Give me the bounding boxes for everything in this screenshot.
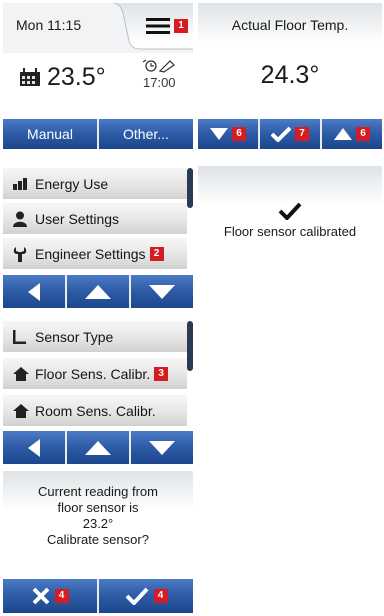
cancel-button[interactable]: 4 <box>3 579 97 613</box>
confirm-line-1: Current reading from <box>38 484 158 499</box>
cancel-badge: 4 <box>54 589 69 603</box>
menu-item-label: Sensor Type <box>35 328 114 345</box>
manual-button-label: Manual <box>27 126 73 142</box>
house-icon <box>13 403 35 418</box>
floor-temp-title: Actual Floor Temp. <box>231 17 349 33</box>
confirm-line-2: floor sensor is <box>57 500 139 515</box>
schedule-time: 17:00 <box>143 75 176 90</box>
scroll-down-button[interactable] <box>131 275 193 308</box>
confirm-button-bar: 4 4 <box>3 579 193 613</box>
triangle-left-icon <box>28 282 40 301</box>
floor-temp-screen: Actual Floor Temp. 24.3° 6 7 6 <box>198 3 382 149</box>
close-icon <box>32 587 50 605</box>
menu-item-label: Room Sens. Calibr. <box>35 402 156 419</box>
hamburger-icon <box>146 18 170 34</box>
triangle-up-icon <box>85 440 111 455</box>
calibrated-message: Floor sensor calibrated <box>223 224 357 239</box>
checkmark-icon <box>278 202 302 220</box>
other-button-label: Other... <box>123 126 169 142</box>
triangle-down-icon <box>149 284 175 299</box>
floor-temp-value: 24.3° <box>260 61 320 89</box>
main-menu-scrollbar[interactable] <box>187 168 193 208</box>
engineer-settings-badge: 2 <box>149 246 164 261</box>
menu-item-room-sens-calibr[interactable]: Room Sens. Calibr. <box>3 395 187 426</box>
floor-temp-button-bar: 6 7 6 <box>198 119 382 149</box>
scroll-up-button[interactable] <box>67 431 129 464</box>
current-temperature: 23.5° <box>47 63 106 91</box>
confirm-reading: 23.2° <box>82 516 114 531</box>
back-button[interactable] <box>3 275 65 308</box>
home-screen: Mon 11:15 1 23.5° 17:00 Manual Other... <box>3 3 193 149</box>
main-menu-button-bar <box>3 275 193 308</box>
scroll-up-button[interactable] <box>67 275 129 308</box>
checkmark-icon <box>271 126 291 142</box>
decrease-button[interactable]: 6 <box>198 119 258 149</box>
confirm-button[interactable]: 7 <box>260 119 320 149</box>
triangle-down-icon <box>210 128 228 140</box>
main-menu-screen: Energy Use User Settings Engineer Settin… <box>3 166 193 308</box>
back-button[interactable] <box>3 431 65 464</box>
confirm-screen: Current reading from floor sensor is 23.… <box>3 471 193 613</box>
checkmark-icon <box>125 587 149 605</box>
manual-button[interactable]: Manual <box>3 119 97 149</box>
accept-badge: 4 <box>153 589 168 603</box>
confirm-message: Current reading from floor sensor is 23.… <box>3 484 193 548</box>
calibrated-screen: Floor sensor calibrated <box>198 166 382 308</box>
engineer-menu-scrollbar[interactable] <box>187 321 193 371</box>
confirm-badge: 7 <box>295 127 309 141</box>
triangle-up-icon <box>334 128 352 140</box>
calendar-icon <box>19 68 41 87</box>
menu-item-user-settings[interactable]: User Settings <box>3 203 187 234</box>
menu-badge: 1 <box>174 19 188 33</box>
engineer-menu-button-bar <box>3 431 193 464</box>
triangle-up-icon <box>85 284 111 299</box>
bar-chart-icon <box>13 177 35 190</box>
triangle-down-icon <box>149 440 175 455</box>
menu-button[interactable]: 1 <box>146 15 190 37</box>
user-icon <box>13 211 35 227</box>
house-icon <box>13 366 35 381</box>
menu-item-sensor-type[interactable]: Sensor Type <box>3 321 187 352</box>
clock-label: Mon 11:15 <box>16 17 82 33</box>
confirm-question: Calibrate sensor? <box>47 532 149 547</box>
menu-item-energy-use[interactable]: Energy Use <box>3 168 187 199</box>
sensor-type-icon <box>13 329 35 344</box>
engineer-menu-screen: Sensor Type Floor Sens. Calibr. 3 Room S… <box>3 319 193 464</box>
increase-badge: 6 <box>356 127 370 141</box>
triangle-left-icon <box>28 438 40 457</box>
menu-item-label: Energy Use <box>35 175 109 192</box>
decrease-badge: 6 <box>232 127 246 141</box>
wrench-icon <box>13 246 35 262</box>
accept-button[interactable]: 4 <box>99 579 193 613</box>
menu-item-floor-sens-calibr[interactable]: Floor Sens. Calibr. 3 <box>3 358 187 389</box>
menu-item-label: User Settings <box>35 210 120 227</box>
schedule-icon <box>142 59 176 73</box>
scroll-down-button[interactable] <box>131 431 193 464</box>
menu-item-label: Engineer Settings <box>35 245 146 262</box>
home-button-bar: Manual Other... <box>3 119 193 149</box>
menu-item-label: Floor Sens. Calibr. <box>35 365 151 382</box>
floor-sens-calibr-badge: 3 <box>154 366 169 381</box>
other-button[interactable]: Other... <box>99 119 193 149</box>
menu-item-engineer-settings[interactable]: Engineer Settings 2 <box>3 238 187 269</box>
increase-button[interactable]: 6 <box>322 119 382 149</box>
